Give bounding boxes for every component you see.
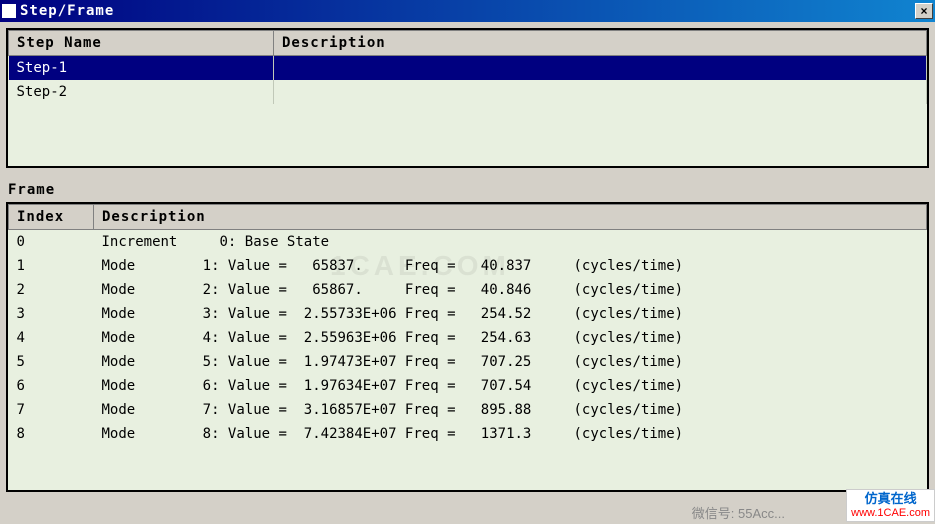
step-row[interactable]: Step-1 [9, 56, 927, 81]
close-button[interactable]: × [915, 3, 933, 19]
frame-index-cell: 6 [9, 374, 94, 398]
frame-row[interactable]: 2Mode 2: Value = 65867. Freq = 40.846 (c… [9, 278, 927, 302]
step-desc-cell [274, 80, 927, 104]
window-content: Step Name Description Step-1Step-2 Frame… [0, 22, 935, 508]
step-table: Step Name Description Step-1Step-2 [8, 30, 927, 104]
frame-index-cell: 3 [9, 302, 94, 326]
frame-row[interactable]: 7Mode 7: Value = 3.16857E+07 Freq = 895.… [9, 398, 927, 422]
badge-line1: 仿真在线 [851, 491, 930, 507]
frame-header-desc[interactable]: Description [94, 205, 927, 230]
window-icon [2, 4, 16, 18]
step-table-wrap: Step Name Description Step-1Step-2 [6, 28, 929, 168]
frame-index-cell: 5 [9, 350, 94, 374]
frame-desc-cell: Mode 5: Value = 1.97473E+07 Freq = 707.2… [94, 350, 927, 374]
step-name-cell: Step-1 [9, 56, 274, 81]
frame-index-cell: 0 [9, 230, 94, 255]
frame-index-cell: 2 [9, 278, 94, 302]
frame-header-index[interactable]: Index [9, 205, 94, 230]
titlebar: Step/Frame × [0, 0, 935, 22]
frame-index-cell: 7 [9, 398, 94, 422]
frame-index-cell: 1 [9, 254, 94, 278]
frame-row[interactable]: 1Mode 1: Value = 65837. Freq = 40.837 (c… [9, 254, 927, 278]
frame-index-cell: 8 [9, 422, 94, 446]
frame-index-cell: 4 [9, 326, 94, 350]
frame-desc-cell: Mode 8: Value = 7.42384E+07 Freq = 1371.… [94, 422, 927, 446]
frame-table-wrap: Index Description 0Increment 0: Base Sta… [6, 202, 929, 492]
frame-desc-cell: Mode 6: Value = 1.97634E+07 Freq = 707.5… [94, 374, 927, 398]
frame-table: Index Description 0Increment 0: Base Sta… [8, 204, 927, 446]
frame-desc-cell: Mode 1: Value = 65837. Freq = 40.837 (cy… [94, 254, 927, 278]
step-name-cell: Step-2 [9, 80, 274, 104]
step-row[interactable]: Step-2 [9, 80, 927, 104]
frame-row[interactable]: 8Mode 8: Value = 7.42384E+07 Freq = 1371… [9, 422, 927, 446]
frame-row[interactable]: 5Mode 5: Value = 1.97473E+07 Freq = 707.… [9, 350, 927, 374]
frame-desc-cell: Mode 2: Value = 65867. Freq = 40.846 (cy… [94, 278, 927, 302]
frame-section-label: Frame [6, 178, 929, 202]
step-header-name[interactable]: Step Name [9, 31, 274, 56]
frame-desc-cell: Mode 4: Value = 2.55963E+06 Freq = 254.6… [94, 326, 927, 350]
frame-desc-cell: Mode 3: Value = 2.55733E+06 Freq = 254.5… [94, 302, 927, 326]
frame-desc-cell: Increment 0: Base State [94, 230, 927, 255]
window-title: Step/Frame [20, 3, 915, 19]
frame-row[interactable]: 0Increment 0: Base State [9, 230, 927, 255]
step-desc-cell [274, 56, 927, 81]
step-header-desc[interactable]: Description [274, 31, 927, 56]
frame-row[interactable]: 3Mode 3: Value = 2.55733E+06 Freq = 254.… [9, 302, 927, 326]
badge-line2: www.1CAE.com [851, 507, 930, 520]
site-badge: 仿真在线 www.1CAE.com [846, 489, 935, 522]
frame-row[interactable]: 6Mode 6: Value = 1.97634E+07 Freq = 707.… [9, 374, 927, 398]
frame-desc-cell: Mode 7: Value = 3.16857E+07 Freq = 895.8… [94, 398, 927, 422]
frame-row[interactable]: 4Mode 4: Value = 2.55963E+06 Freq = 254.… [9, 326, 927, 350]
